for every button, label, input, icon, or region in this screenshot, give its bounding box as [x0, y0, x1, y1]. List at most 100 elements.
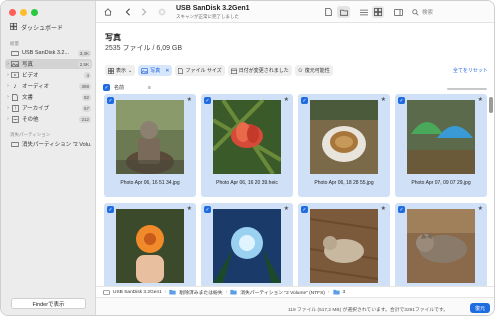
chevron-left-icon — [125, 8, 130, 16]
view-label: 表示 — [116, 68, 127, 74]
folder-icon — [230, 289, 237, 295]
photos-filter-chip[interactable]: 写真 ✕ — [138, 65, 173, 76]
photo-thumbnail — [310, 209, 378, 283]
stop-button[interactable] — [156, 6, 168, 18]
minimize-window-button[interactable] — [20, 9, 27, 16]
back-button[interactable] — [122, 6, 134, 18]
sort-direction-icon[interactable]: ≡ — [148, 85, 151, 91]
star-icon: ✩ — [297, 68, 303, 74]
sidebar-item-lost-partition[interactable]: 消失パーティション "2 Volu... — [5, 139, 92, 149]
home-button[interactable] — [102, 6, 114, 18]
recoverability-star-icon: ★ — [186, 206, 192, 212]
section-label-total: 総量 — [10, 41, 19, 46]
list-header: ✓ 名前 ≡ — [103, 82, 488, 93]
dashboard-icon — [10, 23, 17, 32]
archive-icon — [11, 104, 19, 112]
view-dropdown[interactable]: 表示 ⌄ — [105, 65, 136, 76]
photo-tile[interactable]: ✓ ★ Photo Apr 06, 16 51 34.jpg — [104, 94, 196, 197]
breadcrumb-item[interactable]: 消失パーティション "2 Volume" (NTFS) — [240, 289, 325, 296]
list-view-button[interactable] — [358, 6, 370, 18]
tile-checkbox[interactable]: ✓ — [107, 97, 114, 104]
sidebar-item-archives[interactable]: › アーカイブ 57 — [5, 103, 92, 113]
grid-view-button[interactable] — [372, 6, 384, 18]
folder-icon — [339, 9, 348, 16]
folder-view-button[interactable] — [337, 6, 350, 18]
photo-tile[interactable]: ✓ ★ — [395, 203, 487, 286]
page-title: 写真 — [105, 33, 121, 42]
close-icon[interactable]: ✕ — [165, 68, 169, 74]
list-icon — [360, 9, 368, 15]
panel-icon — [393, 8, 403, 16]
tile-checkbox[interactable]: ✓ — [398, 206, 405, 213]
photo-tile[interactable]: ✓ ★ — [298, 203, 390, 286]
sidebar-item-other[interactable]: › その他 212 — [5, 114, 92, 124]
photo-tile[interactable]: ✓ ★ Photo Apr 07, 09 07 29.jpg — [395, 94, 487, 197]
document-icon — [178, 67, 184, 74]
sidebar-item-video[interactable]: › ビデオ 4 — [5, 70, 92, 80]
music-note-icon: ♪ — [13, 82, 17, 90]
folder-icon — [332, 289, 340, 295]
breadcrumb-item[interactable]: 削除済みまたは紛失 — [179, 289, 222, 296]
close-window-button[interactable] — [9, 9, 16, 16]
recoverability-star-icon: ★ — [477, 97, 483, 103]
sidebar-item-usb[interactable]: USB SanDisk 3.2... 3,3K — [5, 48, 92, 58]
sidebar-item-photos[interactable]: › 写真 2,5K — [5, 59, 92, 69]
photo-tile[interactable]: ✓ ★ Photo Apr 06, 16 20 39.heic — [201, 94, 293, 197]
reset-all-link[interactable]: 全てをリセット — [453, 67, 488, 74]
window-controls — [9, 9, 38, 16]
sidebar-item-documents[interactable]: › 文書 82 — [5, 92, 92, 102]
tile-checkbox[interactable]: ✓ — [398, 97, 405, 104]
home-icon — [104, 8, 112, 16]
photo-tile[interactable]: ✓ ★ Photo Apr 06, 18 28 55.jpg — [298, 94, 390, 197]
recoverability-filter[interactable]: ✩ 復元可能性 — [294, 65, 333, 76]
count-badge: 82 — [81, 93, 91, 101]
photo-thumbnail — [407, 100, 475, 174]
photo-tile[interactable]: ✓ ★ — [201, 203, 293, 286]
breadcrumb-item[interactable]: 3 — [343, 290, 346, 295]
photo-icon — [141, 67, 149, 74]
count-badge: 4 — [84, 71, 91, 79]
folder-icon — [169, 289, 177, 295]
sort-by-name[interactable]: 名前 — [114, 84, 124, 91]
sidebar-item-audio[interactable]: › ♪ オーディオ 398 — [5, 81, 92, 91]
selection-status: 119 ファイル (517,2 MB) が選択されています。合計で3291ファイ… — [288, 308, 449, 313]
show-in-finder-button[interactable]: Finderで表示 — [11, 298, 86, 309]
tile-checkbox[interactable]: ✓ — [204, 97, 211, 104]
photo-thumbnail — [310, 100, 378, 174]
tile-checkbox[interactable]: ✓ — [107, 206, 114, 213]
sidebar: ダッシュボード 総量 USB SanDisk 3.2... 3,3K › 写真 … — [1, 1, 96, 315]
restore-button[interactable]: 復元 — [470, 303, 490, 313]
sidebar-item-label: 消失パーティション "2 Volu... — [22, 142, 92, 148]
breadcrumb: USB SanDisk 3.2Gen1 › 削除済みまたは紛失 › 消失パーティ… — [96, 286, 494, 297]
breadcrumb-item[interactable]: USB SanDisk 3.2Gen1 — [113, 290, 162, 295]
photo-grid: ✓ ★ Photo Apr 06, 16 51 34.jpg ✓ ★ Photo… — [104, 94, 487, 286]
date-modified-label: 日付が変更されました — [238, 68, 289, 74]
file-size-filter[interactable]: ファイル サイズ — [175, 65, 225, 76]
chevron-down-icon: ⌄ — [128, 67, 133, 74]
scan-status: スキャンが正常に完了しました — [176, 14, 239, 19]
dashboard-link[interactable]: ダッシュボード — [10, 23, 63, 32]
tile-checkbox[interactable]: ✓ — [204, 206, 211, 213]
select-all-checkbox[interactable]: ✓ — [103, 84, 110, 91]
thumbnail-size-slider[interactable] — [447, 88, 487, 90]
section-label-lost-partitions: 消失パーティション — [10, 132, 51, 137]
calendar-icon — [230, 68, 237, 74]
status-bar: 119 ファイル (517,2 MB) が選択されています。合計で3291ファイ… — [96, 297, 494, 315]
count-badge: 3,3K — [77, 49, 91, 57]
grid-scrollbar[interactable] — [489, 97, 493, 113]
tile-checkbox[interactable]: ✓ — [301, 206, 308, 213]
forward-button[interactable] — [138, 6, 150, 18]
sidebar-toggle-button[interactable] — [392, 6, 404, 18]
photo-tile[interactable]: ✓ ★ — [104, 203, 196, 286]
search-field[interactable]: 検索 — [412, 6, 492, 18]
toolbar: USB SanDisk 3.2Gen1 スキャンが正常に完了しました 検索 — [96, 1, 494, 23]
date-modified-filter[interactable]: 日付が変更されました — [227, 65, 292, 76]
sidebar-item-label: USB SanDisk 3.2... — [22, 50, 70, 56]
zoom-window-button[interactable] — [31, 9, 38, 16]
sidebar-item-label: 写真 — [22, 62, 34, 68]
sidebar-item-label: その他 — [22, 117, 39, 123]
document-view-button[interactable] — [322, 6, 334, 18]
recoverability-star-icon: ★ — [380, 206, 386, 212]
recoverability-star-icon: ★ — [380, 97, 386, 103]
tile-checkbox[interactable]: ✓ — [301, 97, 308, 104]
